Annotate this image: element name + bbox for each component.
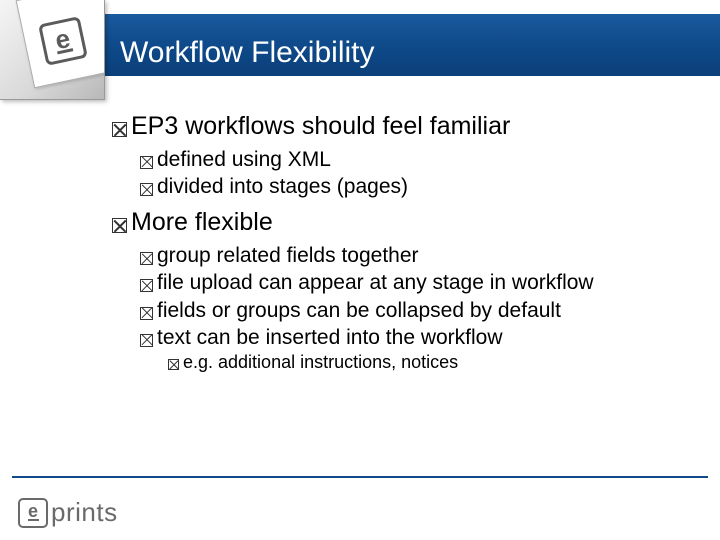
e-badge-icon: e <box>18 498 48 528</box>
slide: Workflow Flexibility e EP3 workflows sho… <box>0 0 720 540</box>
bullet-lvl2: divided into stages (pages) <box>140 173 680 200</box>
content-area: EP3 workflows should feel familiar defin… <box>112 110 680 375</box>
bullet-lvl3: e.g. additional instructions, notices <box>168 351 680 374</box>
corner-logo-tile: e <box>0 0 105 100</box>
bullet-lvl2: defined using XML <box>140 146 680 173</box>
bullet-text: text can be inserted into the workflow <box>157 324 680 351</box>
bullet-text: file upload can appear at any stage in w… <box>157 269 680 296</box>
xbox-bullet-icon <box>140 272 153 299</box>
bullet-text: EP3 workflows should feel familiar <box>131 110 680 144</box>
bullet-lvl2: text can be inserted into the workflow <box>140 324 680 351</box>
bullet-text: defined using XML <box>157 146 680 173</box>
bullet-lvl2: file upload can appear at any stage in w… <box>140 269 680 296</box>
xbox-bullet-icon <box>112 209 127 243</box>
xbox-bullet-icon <box>112 113 127 147</box>
xbox-bullet-icon <box>140 245 153 272</box>
xbox-bullet-icon <box>140 176 153 203</box>
bullet-lvl1: EP3 workflows should feel familiar <box>112 110 680 144</box>
e-badge-icon: e <box>38 16 88 66</box>
bullet-text: More flexible <box>131 206 680 240</box>
bullet-text: group related fields together <box>157 242 680 269</box>
bullet-text: e.g. additional instructions, notices <box>183 351 680 374</box>
bullet-lvl1: More flexible <box>112 206 680 240</box>
xbox-bullet-icon <box>140 149 153 176</box>
footer-logo-text: prints <box>51 497 118 528</box>
xbox-bullet-icon <box>140 300 153 327</box>
footer-divider <box>12 476 708 478</box>
xbox-bullet-icon <box>168 353 179 376</box>
header-band: Workflow Flexibility <box>0 14 720 76</box>
bullet-text: fields or groups can be collapsed by def… <box>157 297 680 324</box>
bullet-lvl2: group related fields together <box>140 242 680 269</box>
bullet-text: divided into stages (pages) <box>157 173 680 200</box>
footer-logo: e prints <box>18 497 118 528</box>
bullet-lvl2: fields or groups can be collapsed by def… <box>140 297 680 324</box>
slide-title: Workflow Flexibility <box>120 36 375 70</box>
xbox-bullet-icon <box>140 327 153 354</box>
